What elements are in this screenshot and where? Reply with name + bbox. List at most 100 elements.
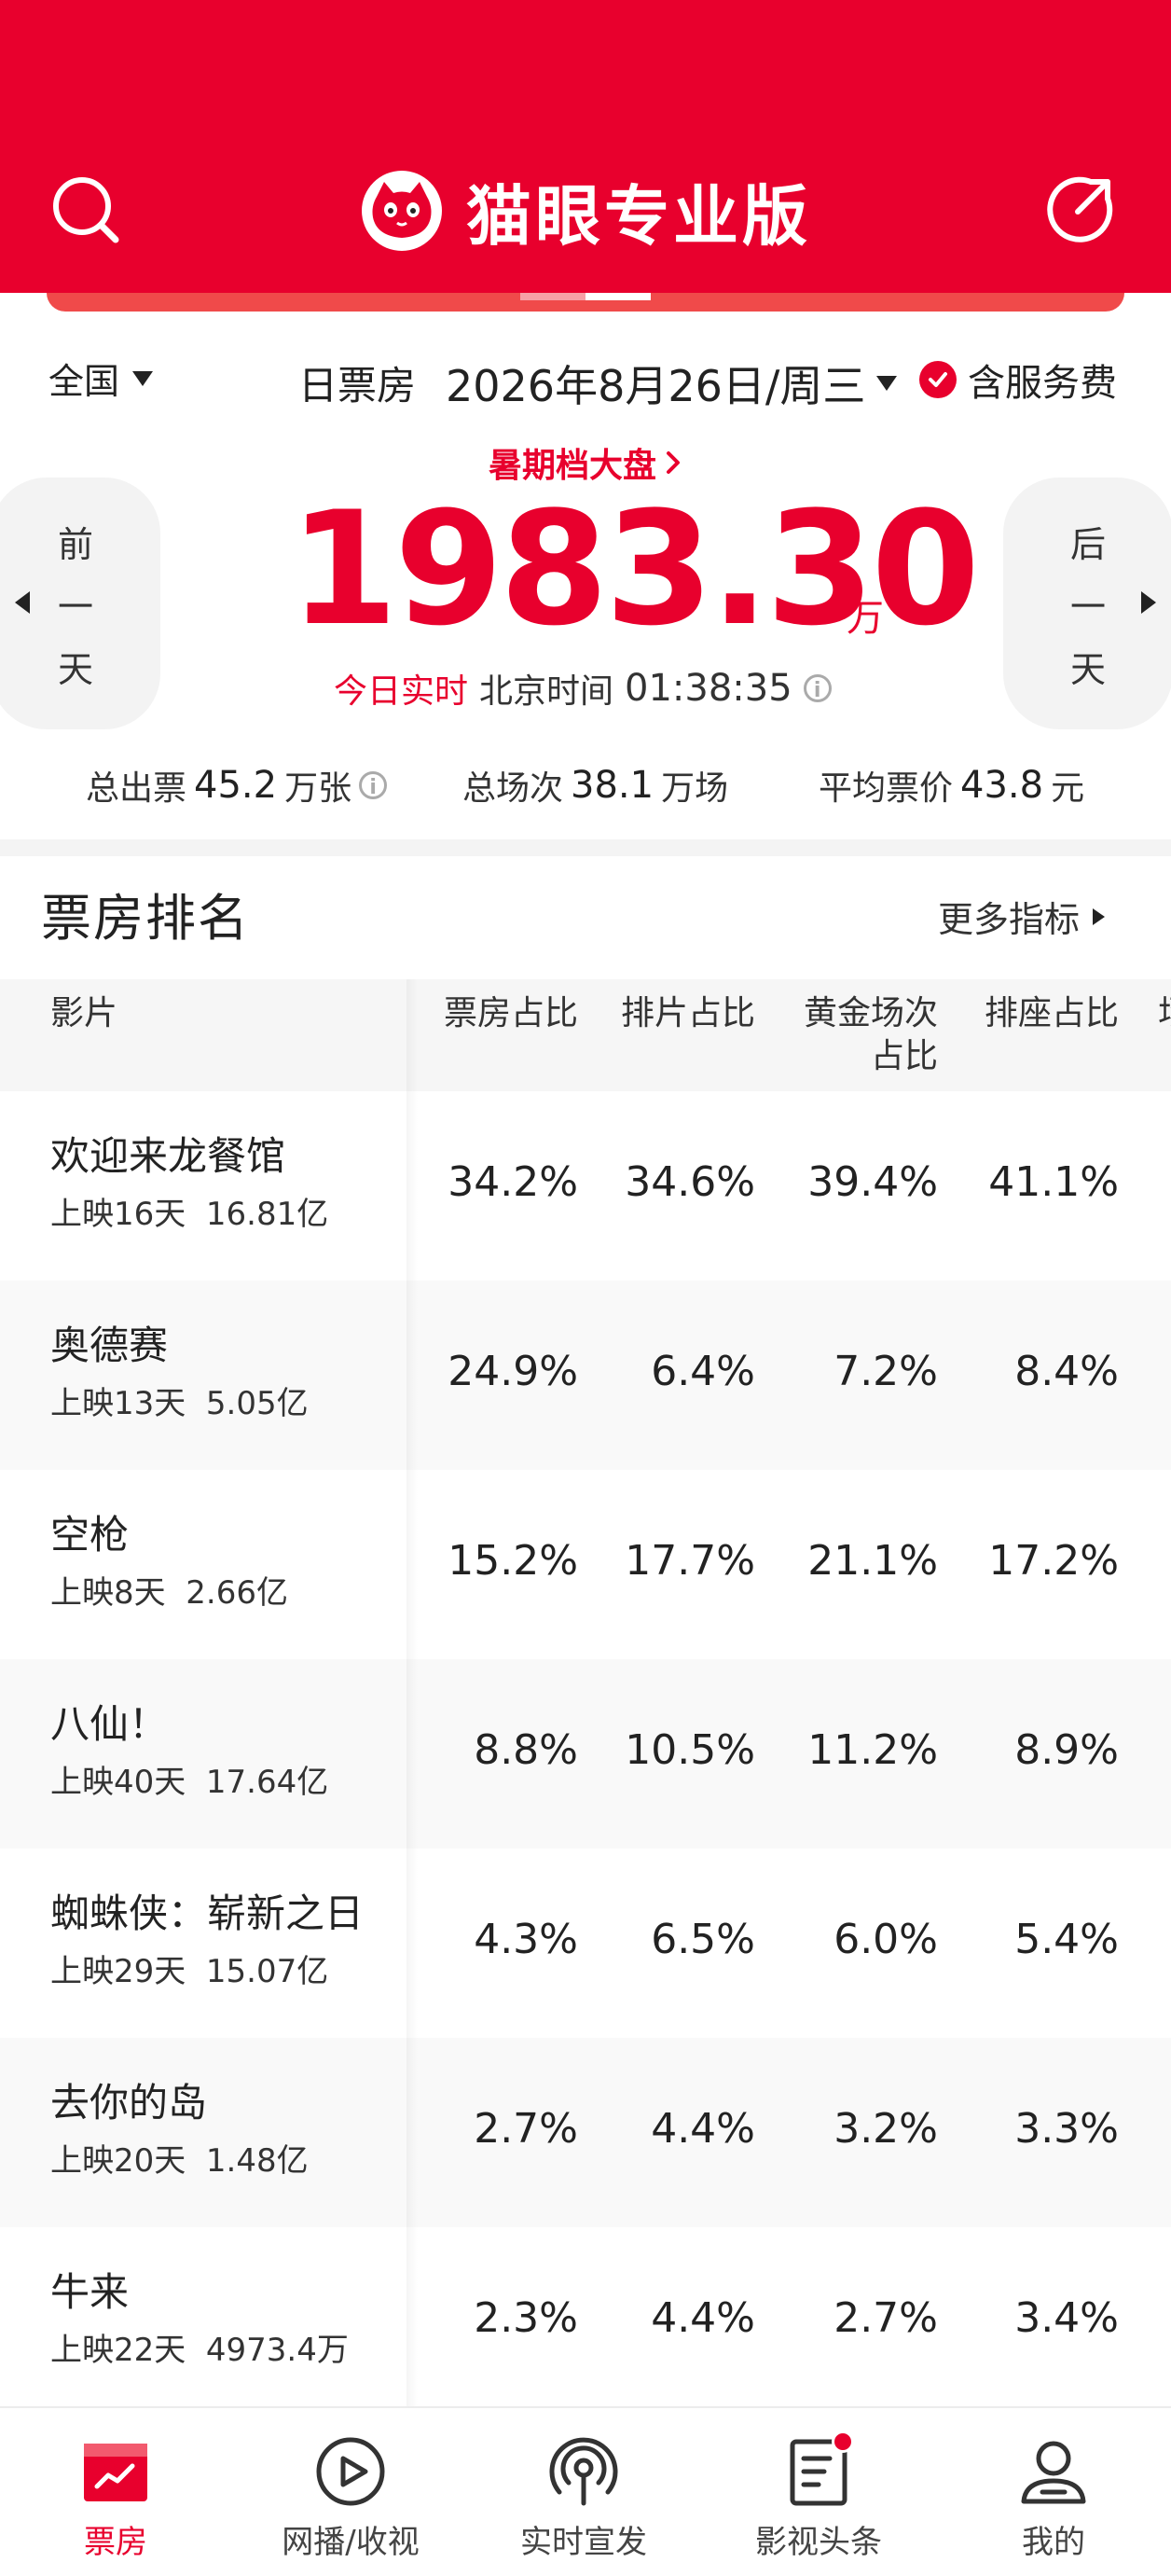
film-total: 1.48亿 — [205, 2142, 309, 2180]
col-header-film[interactable]: 影片 — [50, 992, 117, 1035]
next-day-char: 后 — [1069, 523, 1106, 565]
col-header-truncated[interactable]: 场 — [1158, 992, 1171, 1035]
banner-dot — [520, 293, 586, 300]
table-row[interactable]: 奥德赛 上映13天 5.05亿 24.9% 6.4% 7.2% 8.4% — [0, 1281, 1171, 1470]
film-meta: 上映13天 5.05亿 — [50, 1378, 309, 1423]
col-header-golden-line2: 占比 — [870, 1037, 938, 1075]
bottom-tab-bar: 票房 网播/收视 实时宣发 影视头条 我的 — [0, 2406, 1171, 2576]
tab-headlines[interactable]: 影视头条 — [725, 2431, 912, 2562]
section-divider — [0, 839, 1171, 856]
film-meta: 上映20天 1.48亿 — [50, 2135, 309, 2181]
film-total: 2.66亿 — [186, 1574, 288, 1612]
tab-label: 票房 — [84, 2524, 147, 2561]
app-header: 猫眼专业版 — [0, 0, 1171, 293]
stat-tickets-label: 总出票 — [86, 769, 187, 808]
film-name: 空枪 — [50, 1512, 130, 1558]
seat-share: 3.3% — [1014, 2105, 1119, 2153]
arrow-left-icon[interactable] — [15, 591, 30, 614]
box-office-share: 2.7% — [474, 2105, 578, 2153]
film-total: 15.07亿 — [205, 1953, 329, 1990]
film-name: 八仙！ — [50, 1701, 169, 1747]
chevron-right-icon — [667, 451, 681, 474]
film-days: 上映40天 — [50, 1764, 186, 1801]
info-icon[interactable]: i — [359, 771, 388, 799]
region-label: 全国 — [48, 361, 120, 402]
tab-label: 我的 — [1022, 2524, 1085, 2561]
film-days: 上映29天 — [50, 1953, 186, 1990]
cat-logo-icon — [362, 171, 442, 251]
stat-price-unit: 元 — [1051, 769, 1085, 808]
date-selector[interactable]: 2026年8月26日/周三 — [446, 353, 898, 414]
box-office-share: 34.2% — [448, 1158, 578, 1206]
beijing-time-label: 北京时间 — [479, 672, 614, 711]
film-total: 4973.4万 — [205, 2332, 349, 2369]
col-header-seat-share[interactable]: 排座占比 — [960, 992, 1119, 1035]
box-office-type[interactable]: 日票房 — [298, 354, 416, 411]
arrow-right-icon[interactable] — [1141, 591, 1156, 614]
table-row[interactable]: 八仙！ 上映40天 17.64亿 8.8% 10.5% 11.2% 8.9% — [0, 1659, 1171, 1849]
seat-share: 8.4% — [1014, 1348, 1119, 1395]
banner-dot-active — [586, 293, 651, 300]
table-row[interactable]: 蜘蛛侠：崭新之日 上映29天 15.07亿 4.3% 6.5% 6.0% 5.4… — [0, 1849, 1171, 2038]
seat-share: 8.9% — [1014, 1726, 1119, 1774]
seat-share: 41.1% — [988, 1158, 1119, 1206]
film-total: 16.81亿 — [205, 1196, 329, 1233]
col-header-box-office-share[interactable]: 票房占比 — [420, 992, 578, 1035]
stat-tickets-unit: 万张 — [284, 769, 352, 808]
box-office-share: 4.3% — [474, 1916, 578, 1963]
dropdown-arrow-icon — [876, 376, 898, 391]
golden-share: 2.7% — [833, 2294, 938, 2342]
film-name: 蜘蛛侠：崭新之日 — [50, 1890, 365, 1936]
col-header-schedule-share[interactable]: 排片占比 — [597, 992, 755, 1035]
table-row[interactable]: 空枪 上映8天 2.66亿 15.2% 17.7% 21.1% 17.2% — [0, 1470, 1171, 1659]
golden-share: 21.1% — [807, 1537, 938, 1585]
more-metrics-button[interactable]: 更多指标 — [938, 891, 1106, 942]
table-row[interactable]: 牛来 上映22天 4973.4万 2.3% 4.4% 2.7% 3.4% — [0, 2227, 1171, 2417]
film-meta: 上映8天 2.66亿 — [50, 1567, 288, 1613]
col-header-golden-share[interactable]: 黄金场次 占比 — [779, 992, 938, 1078]
film-total: 5.05亿 — [205, 1385, 309, 1422]
seat-share: 17.2% — [988, 1537, 1119, 1585]
service-fee-toggle[interactable]: 含服务费 — [919, 353, 1117, 407]
box-office-icon — [84, 2444, 147, 2501]
table-row[interactable]: 欢迎来龙餐馆 上映16天 16.81亿 34.2% 34.6% 39.4% 41… — [0, 1091, 1171, 1281]
tab-profile[interactable]: 我的 — [960, 2434, 1147, 2562]
dropdown-arrow-icon — [132, 370, 154, 386]
film-meta: 上映29天 15.07亿 — [50, 1946, 328, 1991]
filter-row: 全国 日票房 2026年8月26日/周三 含服务费 — [0, 345, 1171, 411]
profile-icon — [1021, 2441, 1086, 2504]
tab-label: 影视头条 — [755, 2524, 882, 2561]
schedule-share: 6.5% — [651, 1916, 755, 1963]
col-header-golden-line1: 黄金场次 — [803, 994, 938, 1032]
film-days: 上映20天 — [50, 2142, 186, 2180]
stat-shows: 总场次 38.1 万场 — [462, 761, 728, 810]
table-row[interactable]: 去你的岛 上映20天 1.48亿 2.7% 4.4% 3.2% 3.3% — [0, 2038, 1171, 2227]
box-office-share: 15.2% — [448, 1537, 578, 1585]
tab-streaming[interactable]: 网播/收视 — [257, 2434, 444, 2562]
tab-label: 实时宣发 — [520, 2524, 647, 2561]
schedule-share: 10.5% — [625, 1726, 755, 1774]
film-name: 欢迎来龙餐馆 — [50, 1133, 286, 1179]
news-icon-wrap — [781, 2431, 856, 2509]
next-day-char: 天 — [1069, 648, 1106, 690]
film-name: 牛来 — [50, 2269, 130, 2315]
box-office-share: 24.9% — [448, 1348, 578, 1395]
tab-promotion[interactable]: 实时宣发 — [490, 2434, 677, 2562]
search-icon[interactable] — [48, 173, 123, 247]
film-name: 去你的岛 — [50, 2080, 208, 2126]
realtime-label: 今日实时 — [334, 672, 469, 711]
box-office-share: 8.8% — [474, 1726, 578, 1774]
stat-tickets: 总出票 45.2 万张 i — [86, 761, 388, 810]
check-icon — [919, 361, 957, 398]
info-icon[interactable]: i — [803, 674, 832, 702]
box-office-unit: 万 — [847, 597, 884, 640]
ranking-title: 票房排名 — [41, 889, 250, 948]
share-icon[interactable] — [1042, 173, 1117, 247]
seat-share: 3.4% — [1014, 2294, 1119, 2342]
region-selector[interactable]: 全国 — [48, 353, 154, 404]
banner-indicator — [520, 293, 651, 300]
more-metrics-label: 更多指标 — [938, 899, 1081, 940]
realtime-clock: 01:38:35 — [625, 667, 792, 710]
tab-box-office[interactable]: 票房 — [22, 2434, 209, 2562]
date-label: 2026年8月26日/周三 — [446, 361, 866, 411]
